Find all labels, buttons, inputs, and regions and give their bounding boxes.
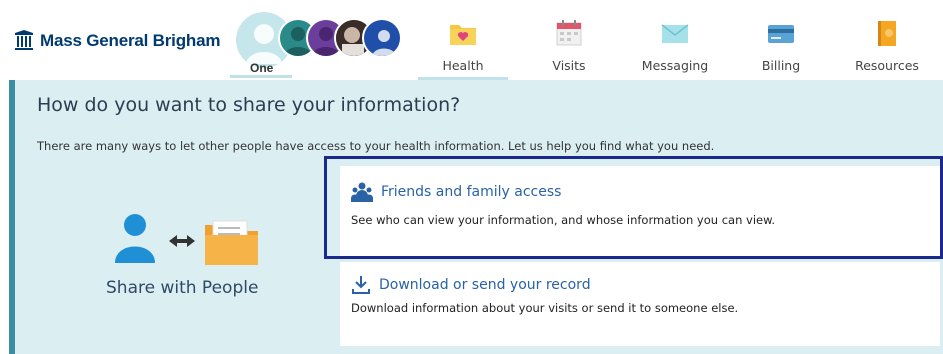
share-with-people-label: Share with People — [106, 278, 259, 298]
person-icon — [372, 30, 396, 56]
app-header: Mass General Brigham One Health Visits M… — [0, 0, 943, 80]
download-record-card[interactable]: Download or send your record Download in… — [340, 262, 940, 346]
person-icon — [115, 214, 155, 263]
brand[interactable]: Mass General Brigham — [14, 30, 220, 52]
download-icon — [352, 276, 370, 294]
double-arrow-icon — [169, 235, 195, 247]
nav-resources[interactable]: Resources — [834, 0, 940, 80]
panel-accent-bar — [9, 80, 15, 354]
share-panel: How do you want to share your informatio… — [9, 80, 943, 354]
folder-icon — [205, 220, 258, 265]
nav-messaging-label: Messaging — [641, 58, 709, 73]
calendar-icon — [556, 20, 582, 46]
book-icon — [878, 21, 896, 46]
profile-label: One — [250, 61, 274, 75]
nav-visits[interactable]: Visits — [516, 0, 622, 80]
profile-active-indicator — [230, 75, 292, 78]
nav-health[interactable]: Health — [410, 0, 516, 80]
nav-visits-label: Visits — [552, 58, 586, 73]
people-icon — [351, 182, 373, 202]
health-folder-icon — [450, 25, 476, 45]
nav-health-label: Health — [442, 58, 484, 73]
page-title: How do you want to share your informatio… — [37, 94, 461, 116]
card-description: See who can view your information, and w… — [351, 213, 776, 227]
profile-switcher[interactable]: One — [230, 12, 406, 78]
envelope-icon — [661, 24, 689, 43]
brand-name: Mass General Brigham — [40, 31, 221, 50]
credit-card-icon — [768, 25, 794, 43]
nav-billing[interactable]: Billing — [728, 0, 834, 80]
main-nav: Health Visits Messaging Billing Resource… — [410, 0, 940, 80]
page-subtitle: There are many ways to let other people … — [37, 139, 715, 153]
share-illustration — [107, 211, 277, 271]
nav-resources-label: Resources — [855, 58, 919, 73]
friends-family-access-card[interactable]: Friends and family access See who can vi… — [340, 166, 940, 256]
card-description: Download information about your visits o… — [351, 301, 739, 315]
card-title[interactable]: Friends and family access — [381, 184, 561, 200]
nav-billing-label: Billing — [761, 58, 801, 73]
nav-messaging[interactable]: Messaging — [622, 0, 728, 80]
avatar-proxy-4[interactable] — [362, 18, 402, 58]
card-title[interactable]: Download or send your record — [379, 277, 591, 293]
brand-logo-icon — [15, 30, 33, 50]
